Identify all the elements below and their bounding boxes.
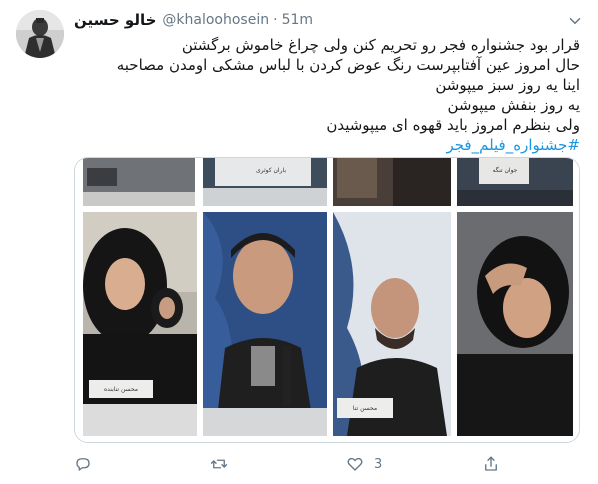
nameplate-text: باران کوثری — [256, 167, 286, 174]
photo-top-3[interactable] — [333, 158, 451, 206]
nameplate-text: محسن تنا — [353, 405, 377, 412]
photo-top-1[interactable] — [83, 158, 195, 206]
photo-top-4[interactable]: جوان تنگه — [457, 158, 573, 206]
timestamp[interactable]: 51m — [282, 12, 313, 28]
tweet[interactable]: خالو حسین @khaloohosein · 51m قرار بود ج… — [0, 0, 598, 484]
tweet-text-line: اینا یه روز سبز میپوشن — [435, 76, 580, 94]
tweet-text-line: یه روز بنفش میپوشن — [447, 96, 581, 114]
photo-woman-scarf[interactable]: محسن تنابنده — [83, 212, 197, 436]
like-count: 3 — [374, 456, 383, 472]
display-name[interactable]: خالو حسین — [74, 11, 156, 29]
photo-woman-hand[interactable] — [457, 212, 573, 436]
retweet-button[interactable] — [210, 454, 228, 474]
share-button[interactable] — [482, 454, 500, 474]
tweet-header: خالو حسین @khaloohosein · 51m — [74, 10, 313, 30]
reply-icon — [76, 458, 90, 471]
like-button[interactable]: 3 — [346, 454, 382, 474]
photo-bald-man[interactable]: محسن تنا — [333, 212, 451, 436]
heart-icon — [347, 457, 363, 471]
avatar[interactable] — [16, 10, 64, 58]
tweet-text-line: حال امروز عین آفتابپرست رنگ عوض کردن با … — [116, 56, 580, 74]
nameplate-text: محسن تنابنده — [104, 386, 138, 393]
photo-top-2[interactable]: باران کوثری — [203, 158, 327, 206]
hashtag-link[interactable]: #جشنواره_فیلم_فجر — [74, 135, 580, 155]
nameplate-text: جوان تنگه — [493, 166, 518, 174]
tweet-text-line: قرار بود جشنواره فجر رو تحریم کنن ولی چر… — [181, 36, 580, 54]
retweet-icon — [210, 459, 228, 469]
tweet-text: قرار بود جشنواره فجر رو تحریم کنن ولی چر… — [74, 35, 580, 155]
collage-svg: باران کوثری جوان تنگه محسن تنابنده محسن … — [75, 158, 579, 442]
reply-button[interactable] — [74, 454, 92, 474]
media-collage[interactable]: باران کوثری جوان تنگه محسن تنابنده محسن … — [74, 157, 580, 443]
photo-man-microphone[interactable] — [203, 212, 327, 436]
share-icon — [485, 456, 497, 471]
user-handle[interactable]: @khaloohosein — [162, 12, 269, 28]
chevron-down-icon[interactable] — [566, 12, 584, 30]
avatar-image — [16, 10, 64, 58]
separator-dot: · — [273, 12, 278, 28]
tweet-text-line: ولی بنظرم امروز باید قهوه ای میپوشیدن — [326, 116, 580, 134]
tweet-actions: 3 — [74, 452, 580, 476]
